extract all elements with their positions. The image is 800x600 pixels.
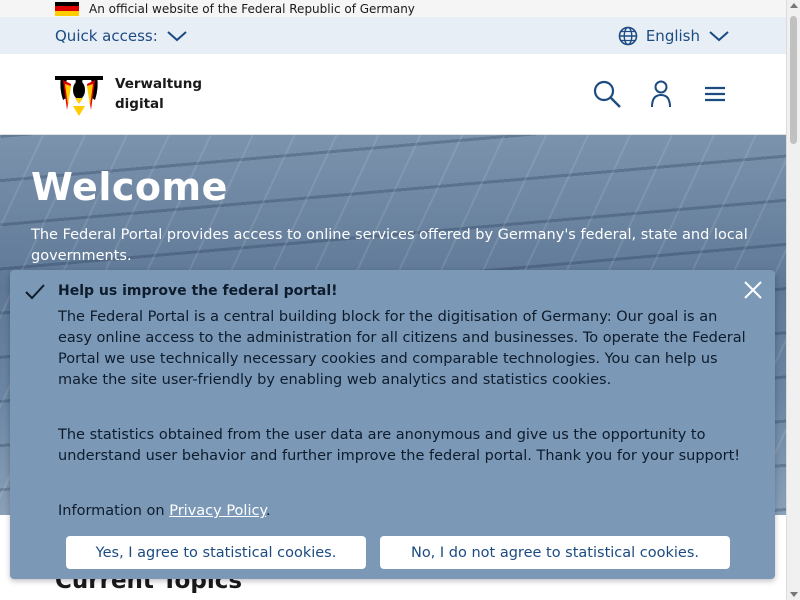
vertical-scrollbar[interactable]: [786, 0, 800, 600]
hero-title: Welcome: [31, 165, 228, 209]
globe-icon: [618, 26, 638, 45]
logo-line-1: Verwaltung: [115, 76, 203, 92]
federal-eagle-icon: [55, 76, 103, 116]
privacy-policy-link[interactable]: Privacy Policy: [169, 503, 266, 519]
close-icon[interactable]: [743, 280, 763, 300]
header-tools: [592, 79, 730, 109]
scrollbar-thumb[interactable]: [790, 16, 797, 144]
site-header: Verwaltung digital: [0, 54, 786, 135]
privacy-info-suffix: .: [265, 503, 271, 519]
official-bar: An official website of the Federal Repub…: [0, 0, 786, 17]
logo-line-2: digital: [115, 96, 164, 112]
quick-access-bar: Quick access: English: [0, 17, 786, 54]
cookie-title: Help us improve the federal portal!: [58, 283, 338, 299]
privacy-info-prefix: Information on: [58, 503, 170, 519]
language-selector[interactable]: English: [618, 26, 730, 46]
chevron-down-icon: [167, 30, 187, 41]
scroll-down-icon[interactable]: [790, 592, 798, 597]
logo-link[interactable]: Verwaltung digital: [55, 70, 202, 118]
accept-cookies-button[interactable]: Yes, I agree to statistical cookies.: [66, 536, 366, 569]
quick-access-toggle[interactable]: Quick access:: [55, 27, 188, 45]
privacy-info: Information on Privacy Policy.: [58, 501, 271, 522]
language-label: English: [645, 26, 700, 45]
cookie-paragraph-1: The Federal Portal is a central building…: [58, 309, 746, 388]
official-text: An official website of the Federal Repub…: [89, 1, 415, 16]
user-icon[interactable]: [646, 79, 676, 109]
chevron-down-icon: [709, 30, 729, 41]
hero-text: The Federal Portal provides access to on…: [31, 227, 748, 264]
decline-cookies-button[interactable]: No, I do not agree to statistical cookie…: [380, 536, 730, 569]
scroll-up-icon[interactable]: [790, 3, 798, 8]
search-icon[interactable]: [592, 79, 622, 109]
menu-icon[interactable]: [700, 79, 730, 109]
cookie-paragraph-2: The statistics obtained from the user da…: [58, 427, 741, 464]
page: An official website of the Federal Repub…: [0, 0, 786, 600]
quick-access-label: Quick access:: [55, 26, 158, 45]
german-flag-icon: [55, 1, 79, 16]
checkmark-icon: [25, 284, 45, 300]
cookie-banner: Help us improve the federal portal! The …: [10, 270, 775, 579]
